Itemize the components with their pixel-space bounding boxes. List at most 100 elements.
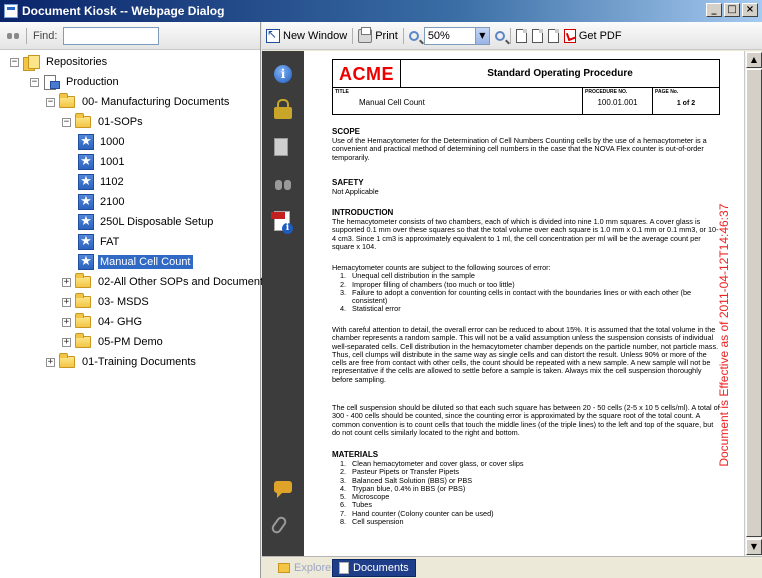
document-kiosk-icon <box>4 4 18 18</box>
tree-node[interactable]: − 01-SOPs <box>62 112 145 132</box>
document-star-icon: ★ <box>78 174 94 190</box>
get-pdf-button[interactable]: Get PDF <box>563 28 622 43</box>
title-cell: TITLE Manual Cell Count <box>333 88 583 114</box>
zoom-select[interactable]: 50% ▼ <box>423 26 490 45</box>
new-window-icon <box>266 27 280 43</box>
find-toolbar: Find: <box>0 22 260 50</box>
document-type: Standard Operating Procedure <box>401 60 719 88</box>
tree-node-label: Manual Cell Count <box>98 255 193 269</box>
materials-list: 1. Clean hemacytometer and cover glass, o… <box>332 459 720 526</box>
tree-node[interactable]: ★ FAT <box>78 232 121 252</box>
attention-paragraph: With careful attention to detail, the ov… <box>332 325 720 384</box>
list-item: 5. Microscope <box>340 492 390 502</box>
chevron-down-icon[interactable]: ▼ <box>474 27 489 44</box>
expand-icon[interactable]: + <box>46 357 55 367</box>
lock-icon[interactable] <box>274 99 292 119</box>
page-cell: PAGE No. 1 of 2 <box>653 88 719 114</box>
tree-node[interactable]: − Repositories <box>10 52 109 72</box>
new-window-button[interactable]: New Window <box>266 27 347 43</box>
last-page-icon[interactable] <box>547 28 559 43</box>
procedure-label: PROCEDURE NO. <box>585 89 628 95</box>
navigation-pane: Find: − Repositories − Production −00- Manuf… <box>0 22 269 578</box>
info-icon[interactable]: i <box>274 65 292 83</box>
tree-node[interactable]: − Production <box>30 72 121 92</box>
pdf-info-icon[interactable] <box>271 211 293 234</box>
collapse-icon[interactable]: − <box>30 77 39 87</box>
binoculars-icon[interactable] <box>6 31 20 41</box>
title-label: TITLE <box>335 89 349 95</box>
tree-node[interactable]: ★ 250L Disposable Setup <box>78 212 215 232</box>
scroll-down-button[interactable]: ▼ <box>746 539 762 555</box>
tree-node[interactable]: ★ 1000 <box>78 132 126 152</box>
print-icon <box>358 26 373 43</box>
tree-node[interactable]: ★ 1001 <box>78 152 126 172</box>
expand-icon[interactable]: + <box>62 337 71 347</box>
folder-icon <box>278 563 290 573</box>
safety-section: SAFETY Not Applicable <box>332 178 720 196</box>
tree-node[interactable]: +04- GHG <box>62 312 144 332</box>
zoom-out-icon[interactable] <box>408 30 419 41</box>
document-side-toolbar: i <box>262 51 304 556</box>
tree-node[interactable]: ★ 2100 <box>78 192 126 212</box>
tree-node[interactable]: +01-Training Documents <box>46 352 198 372</box>
tree-node-label: 02-All Other SOPs and Documents <box>98 276 269 288</box>
tree-node[interactable]: +05-PM Demo <box>62 332 165 352</box>
zoom-in-icon[interactable] <box>494 30 505 41</box>
maximize-button[interactable]: □ <box>724 3 740 17</box>
page-icon[interactable] <box>531 28 543 43</box>
tree-node-label: 01-Training Documents <box>82 356 196 368</box>
tree-node-label: 01-SOPs <box>98 116 143 128</box>
binoculars-icon[interactable] <box>274 176 292 194</box>
tab-explore[interactable]: Explore <box>272 559 338 577</box>
tree-node[interactable]: − 00- Manufacturing Documents <box>46 92 231 112</box>
print-button[interactable]: Print <box>358 26 398 43</box>
document-page-view[interactable]: ACME Standard Operating Procedure TITLE … <box>304 51 744 556</box>
find-label: Find: <box>33 29 58 42</box>
collapse-icon[interactable]: − <box>62 117 71 127</box>
page-value: 1 of 2 <box>676 100 696 107</box>
pages-icon[interactable] <box>274 138 288 156</box>
tree-node-label: 1102 <box>100 176 124 188</box>
expand-icon[interactable]: + <box>62 297 71 307</box>
window-titlebar: Document Kiosk -- Webpage Dialog _ □ × <box>0 0 762 22</box>
minimize-button[interactable]: _ <box>706 3 722 17</box>
scroll-thumb[interactable] <box>746 69 762 537</box>
tab-documents-label: Documents <box>353 562 409 574</box>
scroll-up-button[interactable]: ▲ <box>746 52 762 68</box>
find-input[interactable] <box>63 26 160 45</box>
tree-node-label: Production <box>66 76 119 88</box>
page-label: PAGE No. <box>655 89 679 95</box>
document-star-icon: ★ <box>78 194 94 210</box>
tree-node-label: 04- GHG <box>98 316 143 328</box>
document-toolbar: New Window Print 50% ▼ Get PDF <box>262 22 762 50</box>
scope-text: Use of the Hemacytometer for the Determi… <box>332 136 707 162</box>
paperclip-icon[interactable] <box>269 514 289 536</box>
vertical-scrollbar[interactable]: ▲ ▼ <box>744 51 762 556</box>
toolbar-separator <box>402 27 404 44</box>
zoom-value: 50% <box>427 29 450 42</box>
collapse-icon[interactable]: − <box>10 57 19 67</box>
production-icon <box>43 75 60 90</box>
tree-node[interactable]: ★ 1102 <box>78 172 126 192</box>
tree-node[interactable]: ★ Manual Cell Count <box>78 252 193 272</box>
introduction-section: INTRODUCTION The hemacytometer consists … <box>332 208 720 251</box>
tab-documents[interactable]: Documents <box>332 559 416 577</box>
folder-icon <box>75 113 91 128</box>
collapse-icon[interactable]: − <box>46 97 55 107</box>
safety-heading: SAFETY <box>332 178 364 187</box>
introduction-text: The hemacytometer consists of two chambe… <box>332 217 719 251</box>
effective-date-stamp: Document is Effective as of 2011-04-12T1… <box>714 171 734 511</box>
document-star-icon: ★ <box>78 214 94 230</box>
document-star-icon: ★ <box>78 254 94 270</box>
window-title: Document Kiosk -- Webpage Dialog <box>22 4 225 18</box>
expand-icon[interactable]: + <box>62 277 71 287</box>
expand-icon[interactable]: + <box>62 317 71 327</box>
tree-node[interactable]: +03- MSDS <box>62 292 151 312</box>
bottom-tab-bar: Explore Documents <box>262 556 762 578</box>
first-page-icon[interactable] <box>515 28 527 43</box>
close-button[interactable]: × <box>742 3 758 17</box>
tree-node[interactable]: +02-All Other SOPs and Documents <box>62 272 271 292</box>
company-logo: ACME <box>333 60 401 88</box>
comments-icon[interactable] <box>274 481 292 498</box>
title-value: Manual Cell Count <box>359 98 425 107</box>
